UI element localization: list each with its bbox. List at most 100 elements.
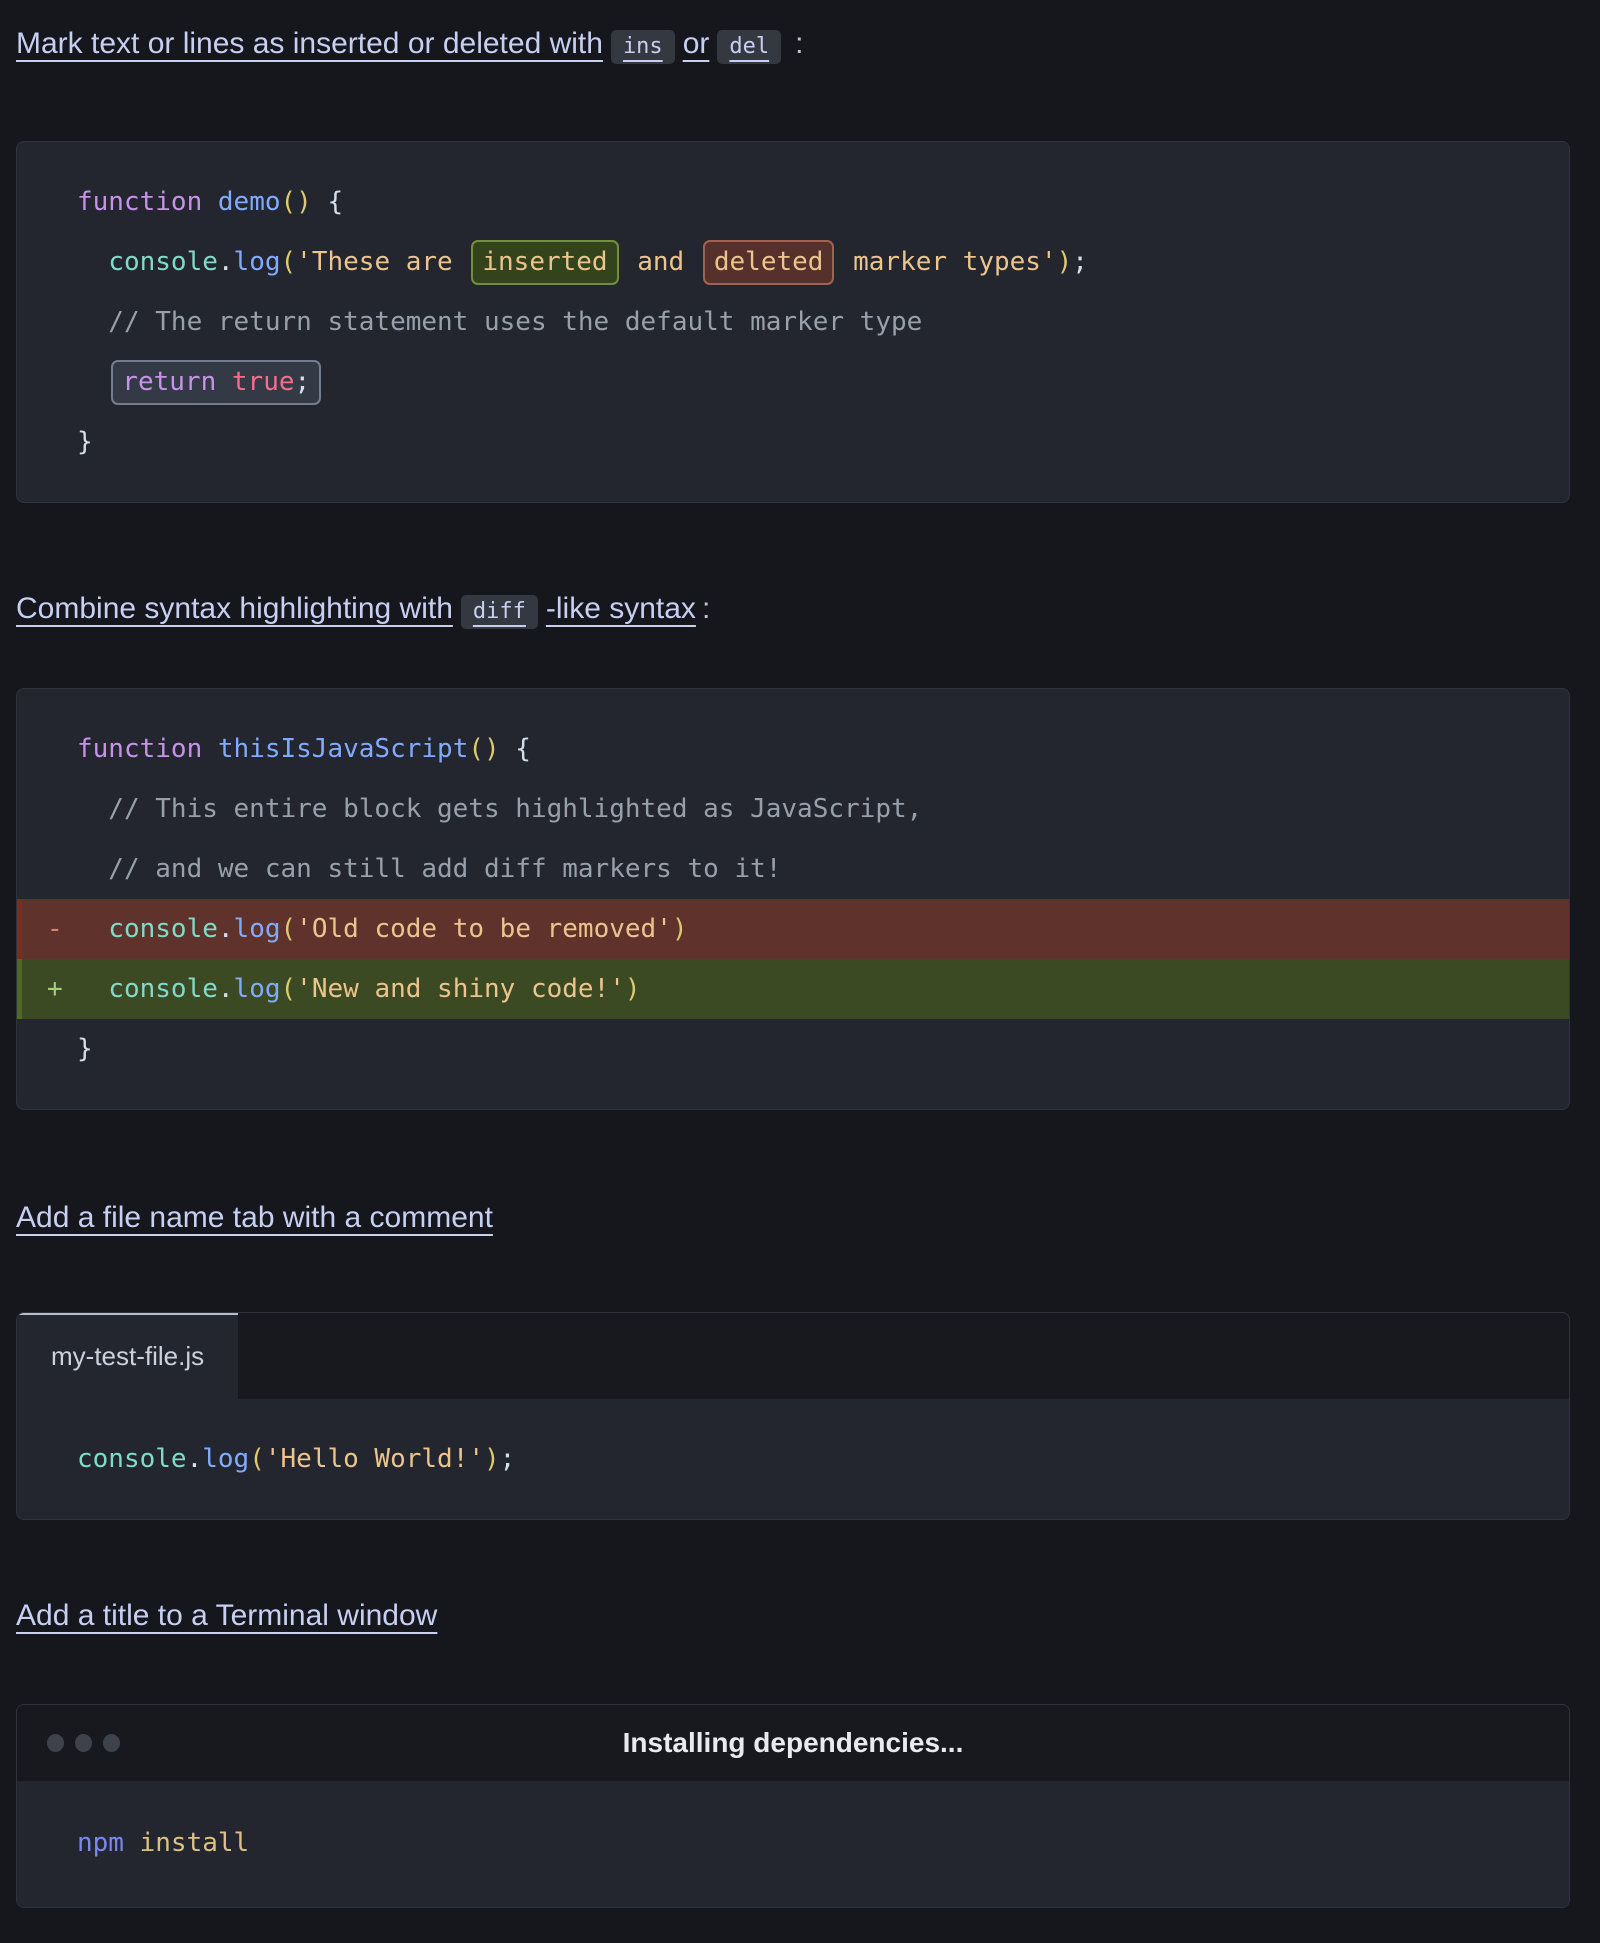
heading-text: or [683, 27, 710, 60]
code-token: install [124, 1828, 249, 1858]
code-token: . [187, 1444, 203, 1474]
code-token: ( [281, 914, 297, 944]
code-block-file: console.log('Hello World!'); [17, 1399, 1569, 1519]
code-token: ) [625, 974, 641, 1004]
code-token: ) [484, 1444, 500, 1474]
code-token: { [312, 187, 343, 217]
code-token: 'New and shiny code!' [296, 974, 625, 1004]
heading-suffix: : [795, 27, 803, 60]
code-token: . [218, 974, 234, 1004]
link-file-tab[interactable]: Add a file name tab with a comment [16, 1201, 493, 1234]
code-token: 'Old code to be removed' [296, 914, 672, 944]
code-token: log [234, 247, 281, 277]
code-line: function thisIsJavaScript() { [17, 719, 1569, 779]
code-line-inserted: + console.log('New and shiny code!') [17, 959, 1569, 1019]
heading-ins-del: Mark text or lines as inserted or delete… [16, 22, 1570, 69]
code-token: ) [1057, 247, 1073, 277]
window-dot-icon [47, 1734, 64, 1752]
file-tab: my-test-file.js [17, 1313, 238, 1399]
code-line: return true; [17, 352, 1569, 412]
inline-mark-def: return true; [111, 360, 321, 405]
code-line: npm install [17, 1813, 1569, 1873]
heading-text: Mark text or lines as inserted or delete… [16, 27, 603, 60]
code-token: ( [281, 974, 297, 1004]
code-line: } [17, 412, 1569, 472]
window-dots [47, 1734, 120, 1752]
code-line-deleted: - console.log('Old code to be removed') [17, 899, 1569, 959]
code-token: ; [295, 367, 311, 397]
code-token: return [122, 367, 216, 397]
code-token: // The return statement uses the default… [77, 307, 922, 337]
code-token: () [281, 187, 312, 217]
code-token: inserted [482, 247, 607, 277]
code-token: npm [77, 1828, 124, 1858]
code-line: } [17, 1019, 1569, 1079]
link-diff-syntax[interactable]: Combine syntax highlighting withdiff-lik… [16, 592, 696, 625]
code-line: // and we can still add diff markers to … [17, 839, 1569, 899]
code-token: console [77, 1444, 187, 1474]
code-line: // The return statement uses the default… [17, 292, 1569, 352]
code-token: 'Hello World!' [265, 1444, 484, 1474]
heading-diff-syntax: Combine syntax highlighting withdiff-lik… [16, 587, 1570, 634]
code-token: // and we can still add diff markers to … [77, 854, 781, 884]
code-token: () [468, 734, 499, 764]
code-token: and [622, 247, 700, 277]
code-line: function demo() { [17, 172, 1569, 232]
code-token: console [108, 247, 218, 277]
code-token [77, 914, 108, 944]
code-token: log [234, 914, 281, 944]
code-line: console.log('These are inserted and dele… [17, 232, 1569, 292]
heading-text: Combine syntax highlighting with [16, 592, 453, 625]
heading-text: Add a file name tab with a comment [16, 1201, 493, 1234]
code-block-terminal: npm install [17, 1781, 1569, 1907]
diff-sign: - [47, 899, 63, 959]
inline-code-diff: diff [461, 595, 538, 629]
heading-suffix: : [702, 592, 710, 625]
window-dot-icon [103, 1734, 120, 1752]
diff-sign: + [47, 959, 63, 1019]
link-terminal-title[interactable]: Add a title to a Terminal window [16, 1599, 437, 1632]
heading-text: -like syntax [546, 592, 696, 625]
code-token [216, 367, 232, 397]
inline-mark-del: deleted [703, 240, 835, 285]
inline-code-del: del [717, 30, 781, 64]
code-token: log [202, 1444, 249, 1474]
code-token: ; [500, 1444, 516, 1474]
code-token: } [77, 1034, 93, 1064]
inline-mark-ins: inserted [471, 240, 618, 285]
code-token [77, 974, 108, 1004]
terminal-header: Installing dependencies... [17, 1705, 1569, 1781]
code-token [77, 367, 108, 397]
content: Mark text or lines as inserted or delete… [16, 22, 1570, 1908]
code-token: . [218, 247, 234, 277]
terminal-title: Installing dependencies... [623, 1727, 964, 1758]
inline-code-ins: ins [611, 30, 675, 64]
code-line: // This entire block gets highlighted as… [17, 779, 1569, 839]
code-token: function [77, 734, 218, 764]
code-token: true [232, 367, 295, 397]
heading-file-tab: Add a file name tab with a comment [16, 1196, 1570, 1240]
code-token: thisIsJavaScript [218, 734, 468, 764]
code-token: demo [218, 187, 281, 217]
code-token: . [218, 914, 234, 944]
code-token: } [77, 427, 93, 457]
code-token: marker types' [837, 247, 1056, 277]
code-token: console [108, 974, 218, 1004]
code-token: console [108, 914, 218, 944]
code-token: ( [281, 247, 297, 277]
link-ins-del[interactable]: Mark text or lines as inserted or delete… [16, 27, 789, 60]
code-block-marker-demo: function demo() { console.log('These are… [16, 141, 1570, 503]
heading-terminal-title: Add a title to a Terminal window [16, 1594, 1570, 1638]
code-block-diff: function thisIsJavaScript() { // This en… [16, 688, 1570, 1110]
code-token [77, 247, 108, 277]
code-token: ( [249, 1444, 265, 1474]
code-line: console.log('Hello World!'); [17, 1429, 1569, 1489]
code-token: deleted [714, 247, 824, 277]
code-token: ; [1072, 247, 1088, 277]
terminal-frame: Installing dependencies... npm install [16, 1704, 1570, 1908]
window-dot-icon [75, 1734, 92, 1752]
code-token: ) [672, 914, 688, 944]
code-token: log [234, 974, 281, 1004]
file-frame-header: my-test-file.js [17, 1313, 1569, 1399]
file-frame: my-test-file.js console.log('Hello World… [16, 1312, 1570, 1520]
